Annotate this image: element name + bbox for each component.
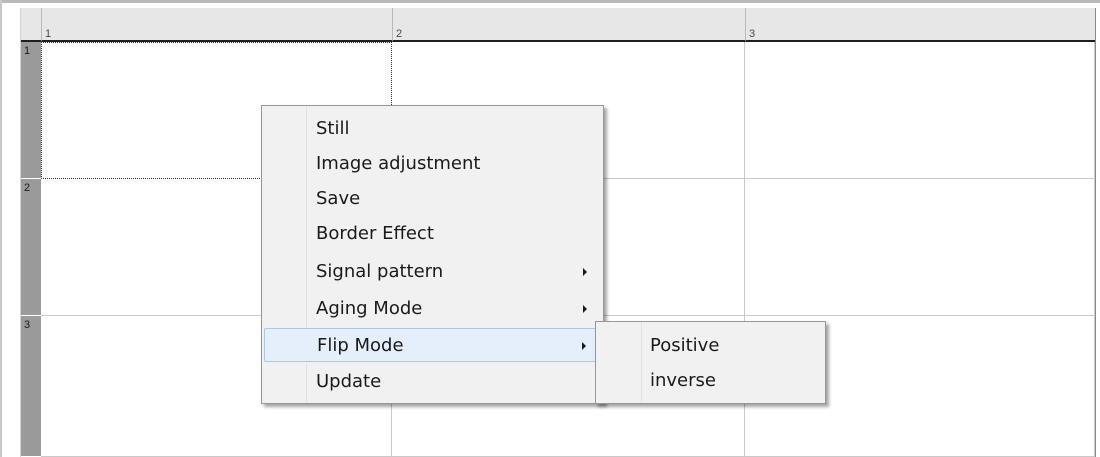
- column-header-label: 1: [45, 28, 52, 40]
- menu-item-label: Still: [316, 118, 350, 139]
- grid-corner: [21, 8, 41, 42]
- submenu-item-label: inverse: [650, 370, 716, 391]
- menu-item-label: Border Effect: [316, 223, 434, 244]
- submenu-item-inverse[interactable]: inverse: [598, 364, 823, 398]
- menu-item-label: Save: [316, 188, 361, 209]
- row-header-label: 3: [24, 319, 31, 331]
- row-header-label: 1: [24, 45, 31, 57]
- menu-item-save[interactable]: Save: [264, 182, 601, 216]
- menu-item-label: Update: [316, 371, 382, 392]
- menu-item-still[interactable]: Still: [264, 112, 601, 146]
- column-header-bar: 1 2 3: [21, 8, 1095, 42]
- submenu-arrow-icon: [582, 342, 586, 350]
- menu-item-label: Image adjustment: [316, 153, 481, 174]
- menu-item-image-adjustment[interactable]: Image adjustment: [264, 147, 601, 181]
- column-header-label: 3: [749, 28, 756, 40]
- flip-mode-submenu: Positive inverse: [595, 321, 826, 404]
- submenu-item-label: Positive: [650, 335, 720, 356]
- window-top-edge: [0, 0, 1100, 3]
- menu-item-signal-pattern[interactable]: Signal pattern: [264, 255, 601, 289]
- menu-item-aging-mode[interactable]: Aging Mode: [264, 292, 601, 326]
- menu-item-label: Aging Mode: [316, 298, 423, 319]
- menu-item-border-effect[interactable]: Border Effect: [264, 217, 601, 251]
- menu-item-label: Signal pattern: [316, 261, 444, 282]
- row-header-label: 2: [24, 182, 31, 194]
- menu-item-update[interactable]: Update: [264, 365, 601, 399]
- grid-cell-2-3[interactable]: [745, 179, 1095, 316]
- menu-item-flip-mode[interactable]: Flip Mode: [264, 328, 601, 362]
- column-header-2[interactable]: 2: [392, 8, 745, 42]
- row-header-2[interactable]: 2: [21, 179, 41, 316]
- submenu-item-positive[interactable]: Positive: [598, 329, 823, 363]
- menu-item-label: Flip Mode: [317, 335, 404, 356]
- submenu-arrow-icon: [583, 305, 587, 313]
- row-header-3[interactable]: 3: [21, 316, 41, 457]
- column-header-3[interactable]: 3: [745, 8, 1095, 42]
- row-header-1[interactable]: 1: [21, 42, 41, 179]
- context-menu: Still Image adjustment Save Border Effec…: [261, 105, 604, 404]
- column-header-1[interactable]: 1: [41, 8, 392, 42]
- window-left-edge: [0, 0, 2, 457]
- grid-cell-1-3[interactable]: [745, 42, 1095, 179]
- submenu-arrow-icon: [583, 268, 587, 276]
- column-header-label: 2: [396, 28, 403, 40]
